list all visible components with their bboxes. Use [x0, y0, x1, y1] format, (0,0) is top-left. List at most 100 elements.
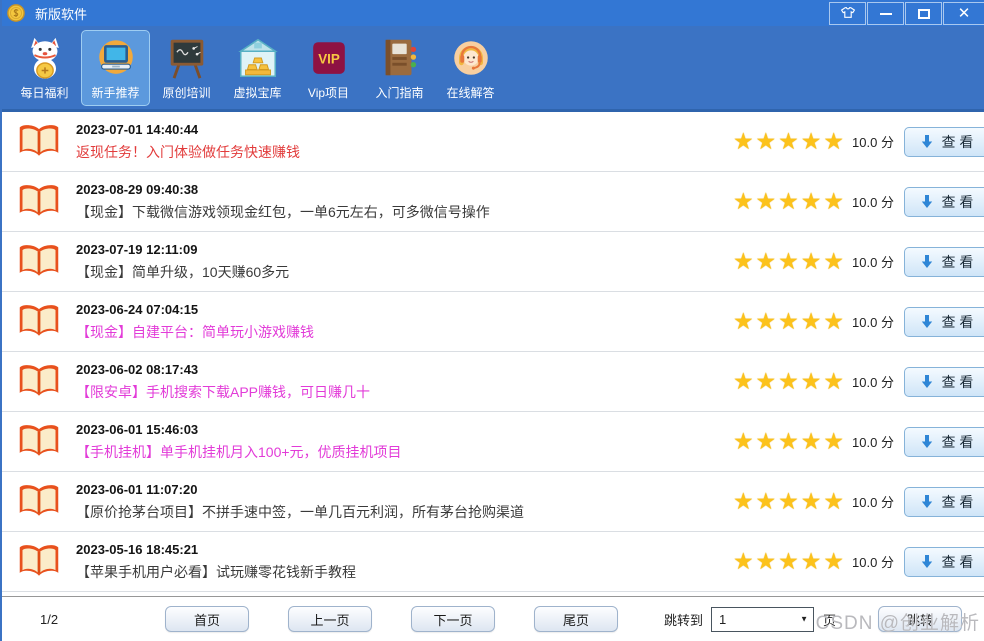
view-button[interactable]: 查 看: [904, 367, 984, 397]
star-rating-icons: ★★★★★: [733, 550, 846, 573]
last-page-button[interactable]: 尾页: [534, 606, 618, 632]
star-rating-icons: ★★★★★: [733, 130, 846, 153]
toolbar-item-label: 新手推荐: [91, 84, 139, 101]
first-page-button[interactable]: 首页: [165, 606, 249, 632]
view-button-label: 查 看: [942, 192, 974, 212]
down-arrow-icon: [921, 254, 933, 269]
down-arrow-icon: [921, 554, 933, 569]
item-rating-area: ★★★★★ 10.0 分 查 看: [733, 412, 984, 471]
item-timestamp: 2023-08-29 09:40:38: [76, 182, 490, 197]
toolbar-item-label: 原创培训: [162, 84, 210, 101]
down-arrow-icon: [921, 134, 933, 149]
open-book-icon: [17, 363, 61, 401]
open-book-icon: [17, 543, 61, 581]
open-book-icon: [17, 483, 61, 521]
view-button[interactable]: 查 看: [904, 487, 984, 517]
maximize-icon: [918, 9, 930, 19]
view-button-label: 查 看: [942, 132, 974, 152]
close-button[interactable]: ✕: [943, 2, 984, 25]
item-text: 2023-07-19 12:11:09 【现金】简单升级，10天赚60多元: [76, 242, 289, 282]
toolbar-item-label: 每日福利: [20, 84, 68, 101]
page-indicator: 1/2: [40, 612, 70, 627]
star-rating-icons: ★★★★★: [733, 490, 846, 513]
view-button[interactable]: 查 看: [904, 427, 984, 457]
toolbar-item-support[interactable]: 在线解答: [436, 30, 505, 106]
close-icon: ✕: [958, 6, 971, 21]
open-book-icon: [17, 303, 61, 341]
down-arrow-icon: [921, 314, 933, 329]
star-rating-icons: ★★★★★: [733, 310, 846, 333]
coin-icon: [7, 4, 25, 22]
page-number-select[interactable]: 1 ▼: [711, 607, 814, 632]
toolbar-item-label: 虚拟宝库: [233, 84, 281, 101]
toolbar-item-vip[interactable]: VIP Vip项目: [294, 30, 363, 106]
score-unit: 分: [881, 315, 894, 330]
list-item: 2023-06-01 15:46:03 【手机挂机】单手机挂机月入100+元，优…: [2, 412, 984, 472]
item-rating-area: ★★★★★ 10.0 分 查 看: [733, 232, 984, 291]
view-button[interactable]: 查 看: [904, 247, 984, 277]
guide-book-icon: [376, 34, 424, 82]
view-button[interactable]: 查 看: [904, 187, 984, 217]
open-book-icon: [17, 423, 61, 461]
list-item: 2023-06-01 11:07:20 【原价抢茅台项目】不拼手速中签，一单几百…: [2, 472, 984, 532]
item-title: 【苹果手机用户必看】试玩赚零花钱新手教程: [76, 562, 356, 582]
down-arrow-icon: [921, 494, 933, 509]
score-value: 10.0: [852, 195, 877, 210]
item-text: 2023-06-24 07:04:15 【现金】自建平台：简单玩小游戏赚钱: [76, 302, 314, 342]
score-value: 10.0: [852, 495, 877, 510]
score-value: 10.0: [852, 255, 877, 270]
item-timestamp: 2023-07-19 12:11:09: [76, 242, 289, 257]
window-title: 新版软件: [35, 4, 87, 23]
down-arrow-icon: [921, 194, 933, 209]
support-icon: [447, 34, 495, 82]
treasury-icon: [234, 34, 282, 82]
list-item: 2023-06-24 07:04:15 【现金】自建平台：简单玩小游戏赚钱 ★★…: [2, 292, 984, 352]
minimize-button[interactable]: [867, 2, 904, 25]
page-unit-label: 页: [823, 610, 836, 629]
score-value: 10.0: [852, 435, 877, 450]
item-timestamp: 2023-06-01 15:46:03: [76, 422, 402, 437]
item-timestamp: 2023-06-24 07:04:15: [76, 302, 314, 317]
list-item: 2023-07-01 14:40:44 返现任务！入门体验做任务快速赚钱 ★★★…: [2, 112, 984, 172]
item-text: 2023-08-29 09:40:38 【现金】下载微信游戏领现金红包，一单6元…: [76, 182, 490, 222]
lucky-cat-icon: [21, 34, 69, 82]
toolbar-item-blackboard[interactable]: 原创培训: [152, 30, 221, 106]
down-arrow-icon: [921, 434, 933, 449]
item-timestamp: 2023-06-01 11:07:20: [76, 482, 524, 497]
view-button[interactable]: 查 看: [904, 547, 984, 577]
next-page-button[interactable]: 下一页: [411, 606, 495, 632]
view-button[interactable]: 查 看: [904, 127, 984, 157]
toolbar-item-guide-book[interactable]: 入门指南: [365, 30, 434, 106]
item-title: 【原价抢茅台项目】不拼手速中签，一单几百元利润，所有茅台抢购渠道: [76, 502, 524, 522]
blackboard-icon: [163, 34, 211, 82]
item-title: 【手机挂机】单手机挂机月入100+元，优质挂机项目: [76, 442, 402, 462]
score-unit: 分: [881, 375, 894, 390]
toolbar-item-treasury[interactable]: 虚拟宝库: [223, 30, 292, 106]
view-button-label: 查 看: [942, 372, 974, 392]
score-text: 10.0 分: [852, 252, 894, 271]
item-rating-area: ★★★★★ 10.0 分 查 看: [733, 292, 984, 351]
view-button[interactable]: 查 看: [904, 307, 984, 337]
maximize-button[interactable]: [905, 2, 942, 25]
score-value: 10.0: [852, 375, 877, 390]
score-unit: 分: [881, 135, 894, 150]
view-button-label: 查 看: [942, 252, 974, 272]
jump-button[interactable]: 跳转: [878, 606, 962, 632]
star-rating-icons: ★★★★★: [733, 250, 846, 273]
item-title: 【现金】下载微信游戏领现金红包，一单6元左右，可多微信号操作: [76, 202, 490, 222]
list-item: 2023-06-02 08:17:43 【限安卓】手机搜索下载APP赚钱，可日赚…: [2, 352, 984, 412]
prev-page-button[interactable]: 上一页: [288, 606, 372, 632]
item-rating-area: ★★★★★ 10.0 分 查 看: [733, 172, 984, 231]
list-item: 2023-07-19 12:11:09 【现金】简单升级，10天赚60多元 ★★…: [2, 232, 984, 292]
score-value: 10.0: [852, 555, 877, 570]
shirt-icon: [840, 6, 856, 22]
toolbar-item-lucky-cat[interactable]: 每日福利: [10, 30, 79, 106]
list-item: 2023-05-16 18:45:21 【苹果手机用户必看】试玩赚零花钱新手教程…: [2, 532, 984, 592]
toolbar: 每日福利 新手推荐 原创培训 虚拟宝库 VIP Vip项目 入门指南 在线解答: [2, 26, 984, 112]
skin-button[interactable]: [829, 2, 866, 25]
item-timestamp: 2023-07-01 14:40:44: [76, 122, 300, 137]
view-button-label: 查 看: [942, 552, 974, 572]
toolbar-item-label: 入门指南: [375, 84, 423, 101]
toolbar-item-computer[interactable]: 新手推荐: [81, 30, 150, 106]
app-window: 新版软件 ✕ 每日福利 新手推荐 原创培训 虚拟宝库 VIP Vip项目 入门指…: [0, 0, 984, 641]
